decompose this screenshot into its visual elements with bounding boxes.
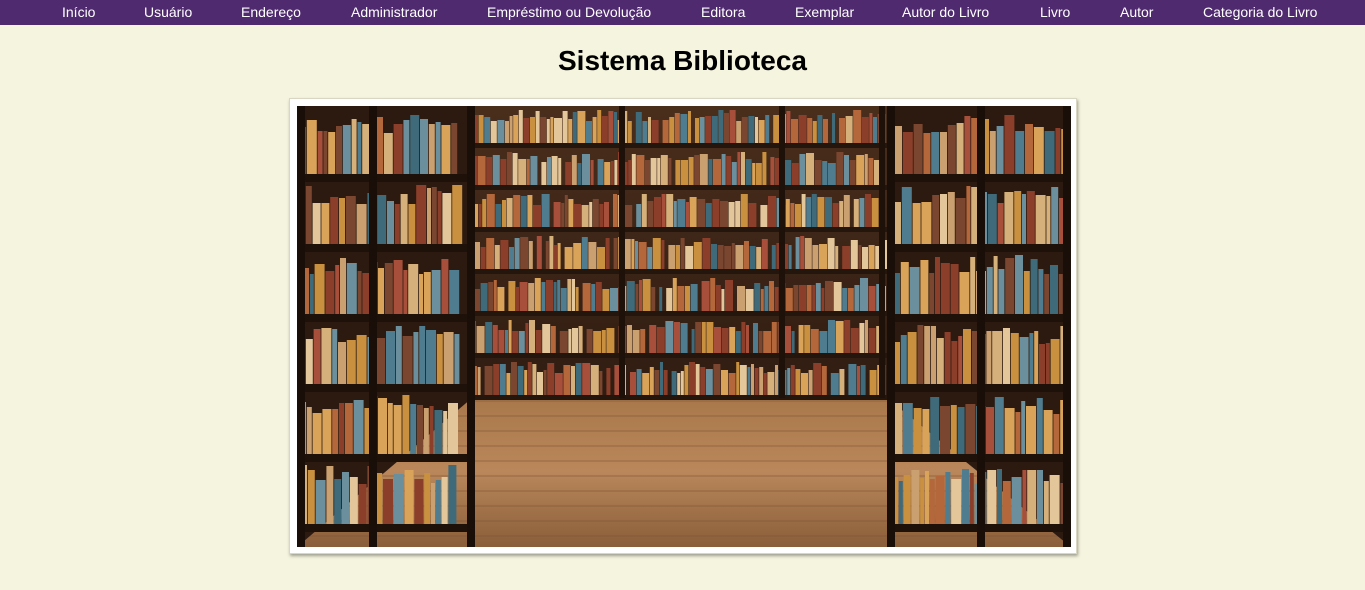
nav-item-autor[interactable]: Autor [1120, 4, 1153, 20]
nav-item-administrador[interactable]: Administrador [351, 4, 437, 20]
nav-item-categoria-do-livro[interactable]: Categoria do Livro [1203, 4, 1317, 20]
page-title: Sistema Biblioteca [558, 45, 807, 76]
library-bookshelves-image [297, 106, 1071, 547]
nav-item-endereco[interactable]: Endereço [241, 4, 301, 20]
image-frame [289, 98, 1077, 554]
nav-item-autor-do-livro[interactable]: Autor do Livro [902, 4, 989, 20]
nav-item-inicio[interactable]: Início [62, 4, 95, 20]
nav-item-usuario[interactable]: Usuário [144, 4, 192, 20]
nav-item-livro[interactable]: Livro [1040, 4, 1070, 20]
nav-item-editora[interactable]: Editora [701, 4, 745, 20]
top-navigation-bar: Início Usuário Endereço Administrador Em… [0, 0, 1365, 25]
nav-item-exemplar[interactable]: Exemplar [795, 4, 854, 20]
nav-item-emprestimo-devolucao[interactable]: Empréstimo ou Devolução [487, 4, 651, 20]
